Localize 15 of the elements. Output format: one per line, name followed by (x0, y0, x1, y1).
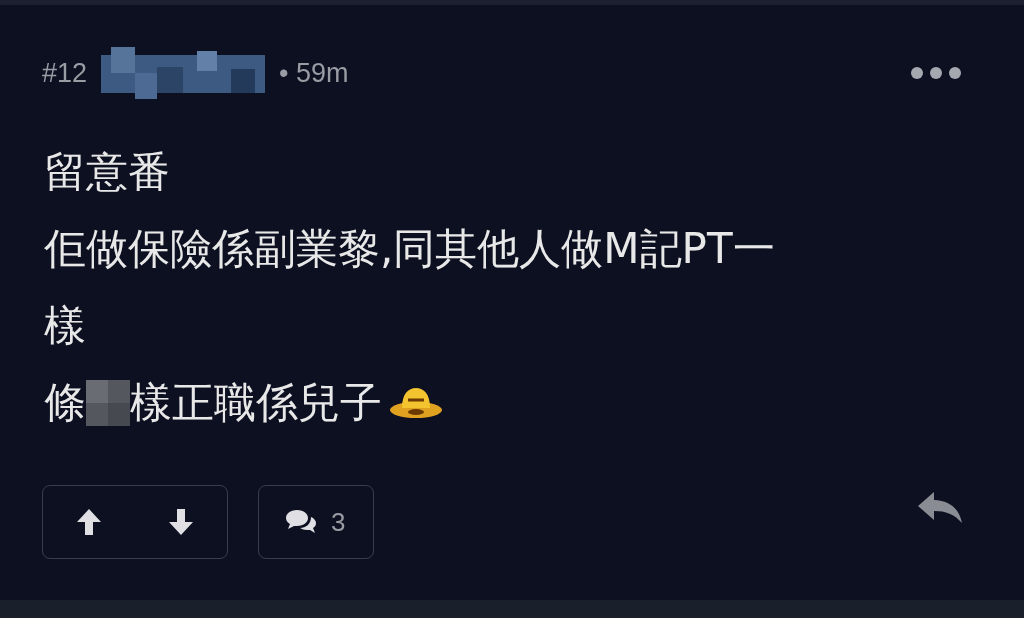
post-text: 條 (44, 377, 86, 429)
post-time: • 59m (279, 57, 349, 89)
emoji-icon (388, 385, 444, 420)
speech-bubble-icon (285, 508, 317, 536)
comment-button[interactable]: 3 (258, 485, 374, 559)
post-text: 佢做保險係副業黎,同其他人做M記PT一 (44, 223, 775, 275)
post-text: 留意番 (44, 146, 170, 198)
post-number: #12 (42, 57, 88, 89)
post-text: 樣 (44, 300, 86, 352)
more-icon[interactable] (910, 66, 962, 80)
reply-icon[interactable] (916, 490, 964, 524)
censor-drawing (86, 379, 130, 426)
post-text: 樣正職係兒子 (130, 377, 382, 429)
downvote-icon[interactable] (168, 508, 194, 536)
upvote-icon[interactable] (76, 508, 102, 536)
